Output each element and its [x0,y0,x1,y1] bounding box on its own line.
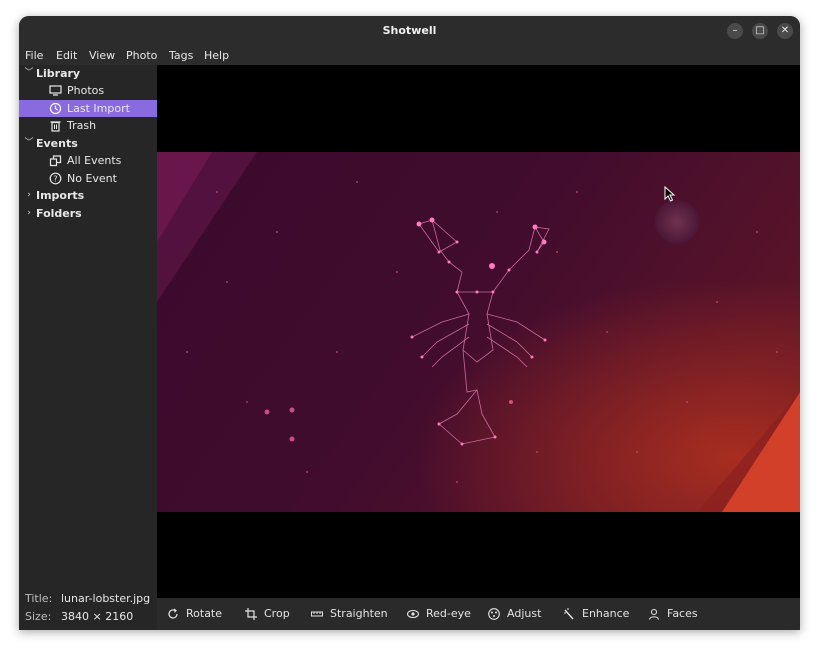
redeye-label: Red-eye [426,607,471,620]
sidebar-item-no-event[interactable]: ? No Event [19,170,157,187]
straighten-icon [311,611,323,617]
photo-viewer[interactable] [157,65,800,598]
info-size-value: 3840 × 2160 [61,610,134,623]
menu-tags[interactable]: Tags [169,46,193,65]
sidebar-section-label: Folders [36,207,82,220]
sidebar: ﹀ Library Photos Last Import Trash ﹀ Eve… [19,65,157,630]
history-icon [49,102,62,115]
info-title-value: lunar-lobster.jpg [61,592,151,605]
chevron-down-icon[interactable]: ﹀ [24,135,34,152]
menu-bar: File Edit View Photo Tags Help [19,46,800,65]
crop-icon [245,608,257,620]
photo-image[interactable] [157,152,800,512]
rotate-icon [168,608,178,619]
svg-text:?: ? [53,175,57,184]
info-size-key: Size: [25,610,52,623]
close-icon: ✕ [780,25,790,36]
rotate-label: Rotate [186,607,223,620]
window-title: Shotwell [382,24,437,37]
chevron-down-icon[interactable]: ﹀ [24,65,34,82]
chevron-right-icon[interactable]: › [24,205,34,222]
eye-icon [407,609,419,619]
menu-file[interactable]: File [25,46,43,65]
minimize-button[interactable]: – [727,23,743,39]
enhance-label: Enhance [582,607,630,620]
sidebar-section-label: Imports [36,189,85,202]
straighten-label: Straighten [330,607,388,620]
palette-icon [488,608,500,620]
title-bar[interactable]: Shotwell – □ ✕ [19,16,800,46]
question-icon: ? [49,172,62,185]
photo-info-panel: Title: lunar-lobster.jpg Size: 3840 × 21… [19,588,157,630]
shotwell-window: Shotwell – □ ✕ File Edit View Photo Tags… [19,16,800,630]
sidebar-item-trash[interactable]: Trash [19,117,157,134]
info-title-key: Title: [25,592,53,605]
person-icon [648,608,660,620]
sidebar-item-label: Last Import [67,102,130,115]
maximize-icon: □ [755,25,765,36]
trash-icon [50,121,61,132]
sidebar-section-label: Events [36,137,78,150]
monitor-icon [49,85,62,96]
events-icon [49,155,62,167]
sidebar-section-folders[interactable]: › Folders [19,205,157,222]
minimize-icon: – [732,25,738,36]
menu-photo[interactable]: Photo [126,46,157,65]
sidebar-section-library[interactable]: ﹀ Library [19,65,157,82]
faces-label: Faces [667,607,698,620]
menu-help[interactable]: Help [204,46,229,65]
crop-label: Crop [264,607,290,620]
info-size-row: Size: 3840 × 2160 [25,608,133,625]
mouse-cursor-icon [664,186,676,202]
maximize-button[interactable]: □ [752,23,768,39]
sidebar-section-imports[interactable]: › Imports [19,187,157,204]
sidebar-item-label: Trash [67,119,97,132]
magic-wand-icon [564,608,574,620]
menu-view[interactable]: View [89,46,115,65]
sidebar-item-label: All Events [67,154,122,167]
sidebar-section-events[interactable]: ﹀ Events [19,135,157,152]
sidebar-item-last-import[interactable]: Last Import [19,100,157,117]
sidebar-item-photos[interactable]: Photos [19,82,157,99]
info-title-row: Title: lunar-lobster.jpg [25,590,150,607]
sidebar-item-label: Photos [67,84,105,97]
menu-edit[interactable]: Edit [56,46,77,65]
sidebar-section-label: Library [36,67,81,80]
chevron-right-icon[interactable]: › [24,187,34,204]
close-button[interactable]: ✕ [777,23,793,39]
sidebar-item-all-events[interactable]: All Events [19,152,157,169]
edit-toolbar: Rotate Crop Straighten Red-eye Adjust En… [157,598,800,630]
sidebar-item-label: No Event [67,172,117,185]
adjust-label: Adjust [507,607,542,620]
